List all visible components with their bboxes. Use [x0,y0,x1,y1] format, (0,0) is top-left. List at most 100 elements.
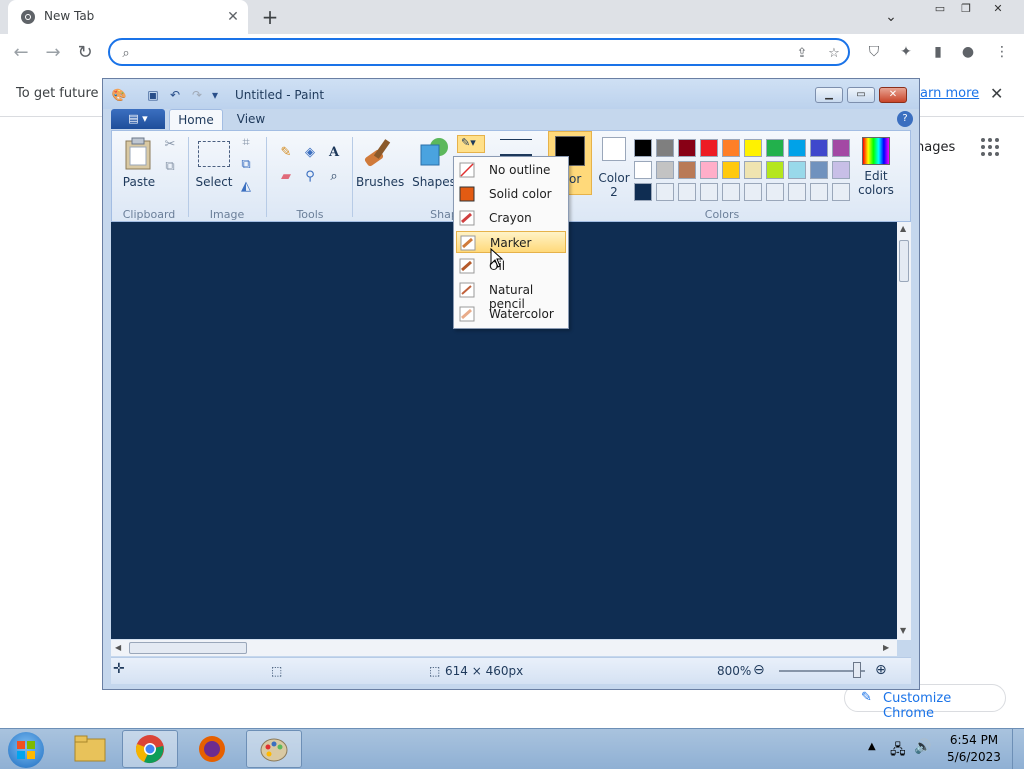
taskbar-explorer[interactable] [62,730,118,768]
scroll-up-icon[interactable]: ▲ [900,224,906,233]
new-tab-button[interactable]: + [260,7,280,27]
copy-icon[interactable]: ⧉ [160,157,180,177]
color-swatch[interactable] [634,183,652,201]
fill-tool-icon[interactable]: ◈ [300,143,320,163]
resize-icon[interactable]: ⧉ [236,155,256,175]
shapes-button[interactable]: Shapes [412,135,456,195]
color-swatch[interactable] [656,161,674,179]
cut-icon[interactable]: ✂ [160,135,180,155]
color-swatch[interactable] [678,183,696,201]
horizontal-scrollbar[interactable]: ◀ ▶ [111,640,897,656]
close-tab-icon[interactable]: ✕ [224,8,242,26]
images-link[interactable]: nages [916,140,955,155]
menu-item-marker[interactable]: Marker [456,231,566,253]
text-tool-icon[interactable]: A [324,143,344,163]
color-swatch[interactable] [832,161,850,179]
color-swatch[interactable] [656,139,674,157]
menu-item-watercolor[interactable]: Watercolor [456,303,566,325]
color-swatch[interactable] [766,161,784,179]
tab-view[interactable]: View [229,109,273,130]
network-icon[interactable]: 🖧 [890,739,906,763]
reload-icon[interactable]: ↻ [74,42,96,64]
magnifier-icon[interactable]: ⌕ [324,167,344,187]
restore-button[interactable]: ❐ [954,0,978,18]
eraser-tool-icon[interactable]: ▰ [276,167,296,187]
customize-qat-icon[interactable]: ▾ [207,87,223,103]
bookmark-star-icon[interactable]: ☆ [826,46,842,62]
zoom-out-icon[interactable]: ⊖ [753,662,765,678]
paint-minimize-button[interactable]: ▁ [815,87,843,103]
forward-icon[interactable]: → [42,42,64,64]
taskbar-firefox[interactable] [184,730,240,768]
color-swatch[interactable] [678,161,696,179]
color-swatch[interactable] [810,161,828,179]
menu-item-no-outline[interactable]: No outline [456,159,566,181]
rotate-icon[interactable]: ◭ [236,177,256,197]
pencil-tool-icon[interactable]: ✎ [276,143,296,163]
volume-icon[interactable]: 🔊 [914,739,931,755]
paste-button[interactable]: Paste [118,135,158,195]
address-bar[interactable]: ⌕ ⇪ ☆ [108,38,850,66]
color-picker-icon[interactable]: ⚲ [300,167,320,187]
minimize-button[interactable]: ▭ [928,0,952,18]
brushes-button[interactable]: Brushes [356,135,404,195]
scroll-right-icon[interactable]: ▶ [883,643,889,652]
color-swatch[interactable] [788,183,806,201]
scroll-down-icon[interactable]: ▼ [900,626,906,635]
color-swatch[interactable] [722,161,740,179]
profile-avatar-icon[interactable]: ● [958,42,978,62]
taskbar-chrome[interactable] [122,730,178,768]
color-swatch[interactable] [700,161,718,179]
color-swatch[interactable] [656,183,674,201]
menu-item-oil[interactable]: Oil [456,255,566,277]
extensions-puzzle-icon[interactable]: ✦ [896,42,916,62]
zoom-slider-thumb[interactable] [853,662,861,678]
show-desktop-button[interactable] [1012,729,1024,769]
clock-time[interactable]: 6:54 PM [944,733,1004,747]
paint-maximize-button[interactable]: ▭ [847,87,875,103]
info-close-icon[interactable]: ✕ [990,84,1003,103]
redo-icon[interactable]: ↷ [189,87,205,103]
clock-date[interactable]: 5/6/2023 [944,750,1004,764]
apps-grid-icon[interactable] [980,137,1000,157]
tab-home[interactable]: Home [169,109,223,131]
color-swatch[interactable] [810,139,828,157]
taskbar-paint[interactable] [246,730,302,768]
color2-button[interactable]: Color 2 [596,135,632,199]
undo-icon[interactable]: ↶ [167,87,183,103]
menu-item-crayon[interactable]: Crayon [456,207,566,229]
side-panel-icon[interactable]: ▮ [928,42,948,62]
close-window-button[interactable]: ✕ [986,0,1010,18]
color-swatch[interactable] [722,139,740,157]
color-swatch[interactable] [766,183,784,201]
start-button[interactable] [8,732,44,768]
color-swatch[interactable] [832,139,850,157]
color-swatch[interactable] [634,139,652,157]
file-menu-button[interactable]: ▤ ▾ [111,109,165,129]
vertical-scrollbar[interactable]: ▲ ▼ [897,222,911,640]
vertical-scroll-thumb[interactable] [899,240,909,282]
share-icon[interactable]: ⇪ [794,46,810,62]
color-swatch[interactable] [700,139,718,157]
crop-icon[interactable]: ⌗ [236,133,256,153]
shield-extension-icon[interactable]: ⛉ [864,42,884,62]
scroll-left-icon[interactable]: ◀ [115,643,121,652]
color-swatch[interactable] [766,139,784,157]
color-swatch[interactable] [744,161,762,179]
help-icon[interactable]: ? [897,111,913,127]
select-button[interactable]: Select [194,135,234,195]
learn-more-link[interactable]: earn more [912,86,979,101]
color-swatch[interactable] [788,161,806,179]
color-swatch[interactable] [678,139,696,157]
color-swatch[interactable] [634,161,652,179]
save-icon[interactable]: ▣ [145,87,161,103]
tab-new-tab[interactable]: New Tab ✕ [8,0,248,34]
zoom-in-icon[interactable]: ⊕ [875,662,887,678]
paint-close-button[interactable]: ✕ [879,87,907,103]
menu-item-solid-color[interactable]: Solid color [456,183,566,205]
color-swatch[interactable] [832,183,850,201]
color-swatch[interactable] [788,139,806,157]
edit-colors-button[interactable]: Edit colors [856,135,896,199]
color-swatch[interactable] [810,183,828,201]
color-swatch[interactable] [744,139,762,157]
